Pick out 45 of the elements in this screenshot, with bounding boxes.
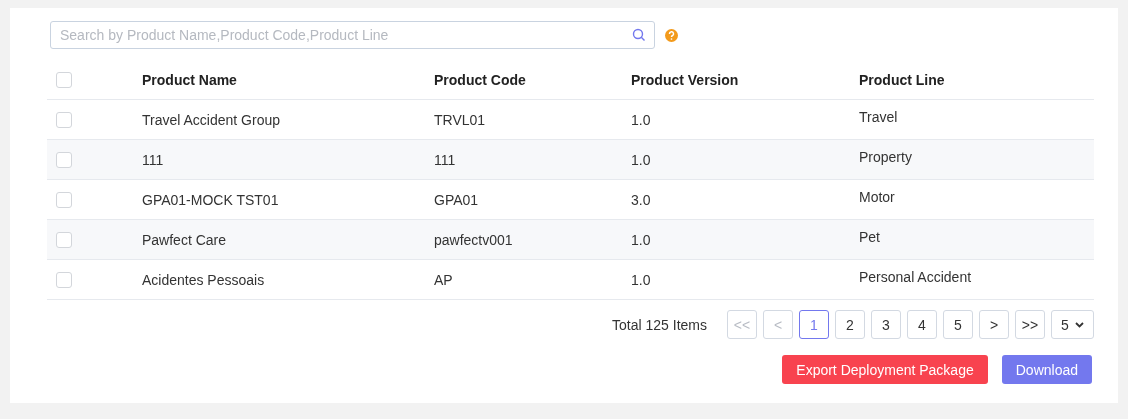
table-cell-text: 1.0 [631, 151, 652, 168]
table-cell-text: 1.0 [631, 231, 652, 248]
table-cell-text: Motor [859, 188, 896, 205]
table-cell-text: Personal Accident [859, 268, 973, 285]
table-cell-text: Travel Accident Group [142, 111, 281, 128]
table-cell-text: AP [434, 271, 454, 288]
row-checkbox[interactable] [56, 231, 72, 248]
row-checkbox[interactable] [56, 151, 72, 168]
total-items-label: Total 125 Items [612, 316, 707, 333]
table-cell-text: TRVL01 [434, 111, 487, 128]
table-cell-text: 1.0 [631, 271, 652, 288]
column-header: Product Line [859, 72, 946, 88]
row-checkbox[interactable] [56, 191, 72, 208]
select-all-checkbox[interactable] [56, 72, 72, 88]
table-cell-text: Travel [859, 108, 899, 125]
table-cell-text: 111 [434, 151, 457, 168]
page-button[interactable]: 3 [871, 310, 901, 339]
table-cell-text: 3.0 [631, 191, 652, 208]
page-button[interactable]: >> [1015, 310, 1045, 339]
page-button[interactable]: > [979, 310, 1009, 339]
table-cell-text: Pet [859, 228, 881, 245]
search-field[interactable]: Search by Product Name,Product Code,Product Line [50, 21, 655, 49]
page-button[interactable]: 2 [835, 310, 865, 339]
page-button[interactable]: 5 [943, 310, 973, 339]
page-button[interactable]: 1 [799, 310, 829, 339]
row-checkbox[interactable] [56, 111, 72, 128]
page-button[interactable]: 4 [907, 310, 937, 339]
help-icon[interactable] [665, 28, 678, 42]
table-cell-text: pawfectv001 [434, 231, 514, 248]
search-icon[interactable] [632, 28, 646, 42]
table-cell-text: Property [859, 148, 913, 165]
column-header: Product Name [142, 72, 238, 88]
download-button[interactable]: Download [1001, 355, 1092, 384]
table-cell-text: GPA01 [434, 191, 480, 208]
table-cell-text: Pawfect Care [142, 231, 228, 248]
chevron-down-icon [1074, 321, 1084, 328]
column-header: Product Version [631, 72, 740, 88]
export-button[interactable]: Export Deployment Package [782, 355, 988, 384]
table-cell-text: 1.0 [631, 111, 652, 128]
row-checkbox[interactable] [56, 271, 72, 288]
page-size-select[interactable]: 5 [1051, 310, 1094, 339]
table-cell-text: Acidentes Pessoais [142, 271, 266, 288]
table-cell-text: GPA01-MOCK TST01 [142, 191, 280, 208]
column-header: Product Code [434, 72, 527, 88]
table-cell-text: 111 [142, 151, 165, 168]
